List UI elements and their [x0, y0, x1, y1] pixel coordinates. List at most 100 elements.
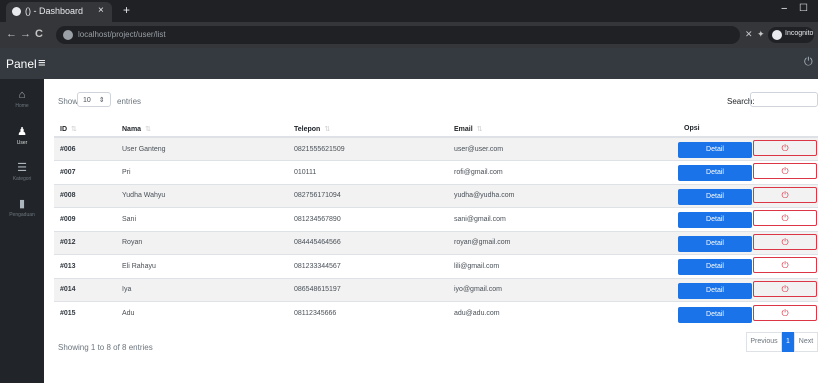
logout-icon[interactable]: ⏻ — [804, 56, 813, 69]
cell-telepon: 081234567890 — [288, 207, 448, 231]
profile-label: Incognito — [785, 30, 814, 37]
cell-email: adu@adu.com — [448, 301, 678, 325]
column-header-id[interactable]: ID ⇅ — [54, 121, 116, 138]
sort-icon: ⇅ — [324, 125, 331, 133]
sidebar-item-kategori[interactable]: ☰ Kategori — [0, 155, 44, 191]
detail-button[interactable]: Detail — [678, 306, 752, 323]
minimize-icon[interactable]: − — [781, 3, 787, 15]
cell-id: #006 — [54, 136, 116, 161]
detail-button[interactable]: Detail — [678, 259, 752, 276]
cell-email: sani@gmail.com — [448, 207, 678, 231]
sidebar-item-label: User — [16, 140, 28, 146]
column-header-opsi[interactable]: Opsi — [678, 121, 818, 138]
sort-icon: ⇅ — [145, 125, 151, 133]
cell-opsi: Detail ⏻ — [678, 160, 818, 184]
cell-id: #014 — [54, 277, 116, 302]
delete-button[interactable]: ⏻ — [753, 186, 817, 203]
browser-tab[interactable]: () - Dashboard × — [6, 2, 112, 22]
delete-button[interactable]: ⏻ — [753, 304, 817, 321]
forward-icon[interactable]: → — [20, 28, 31, 40]
previous-button[interactable]: Previous — [746, 332, 782, 352]
cell-id: #007 — [54, 160, 116, 184]
address-bar[interactable]: localhost/project/user/list — [56, 26, 740, 44]
profile-avatar-icon — [772, 30, 782, 40]
search-input[interactable] — [750, 92, 818, 107]
sidebar-item-pengaduan[interactable]: ▮ Pengaduan — [0, 191, 44, 227]
detail-button[interactable]: Detail — [678, 235, 752, 252]
cell-telepon: 010111 — [288, 160, 448, 184]
cell-email: royan@gmail.com — [448, 230, 678, 255]
cell-opsi: Detail ⏻ — [678, 301, 818, 325]
sidebar: ⌂ Home ♟ User ☰ Kategori ▮ Pengaduan — [0, 79, 44, 383]
cell-nama: Yudha Wahyu — [116, 183, 288, 208]
detail-button[interactable]: Detail — [678, 142, 752, 158]
cell-nama: Eli Rahayu — [116, 254, 288, 278]
detail-button[interactable]: Detail — [678, 212, 752, 229]
column-header-email[interactable]: Email ⇅ — [448, 121, 678, 138]
table-row: #009 Sani 081234567890 sani@gmail.com Detail… — [54, 207, 818, 231]
cell-opsi: Detail ⏻ — [678, 277, 818, 302]
tab-title: () - Dashboard — [25, 6, 84, 16]
delete-button[interactable]: ⏻ — [753, 280, 817, 297]
user-icon: ♟ — [17, 126, 27, 138]
reload-icon[interactable]: C — [35, 28, 43, 40]
cell-email: yudha@yudha.com — [448, 183, 678, 208]
cell-nama: User Ganteng — [116, 136, 288, 161]
brand-title[interactable]: Panel — [6, 57, 37, 71]
delete-button[interactable]: ⏻ — [753, 210, 817, 227]
cell-email: user@user.com — [448, 136, 678, 161]
back-icon[interactable]: ← — [6, 28, 17, 40]
cell-nama: Sani — [116, 207, 288, 231]
page-button[interactable]: 1 — [782, 332, 794, 352]
delete-button[interactable]: ⏻ — [753, 163, 817, 180]
column-header-nama[interactable]: Nama ⇅ — [116, 121, 288, 138]
cell-opsi: Detail ⏻ — [678, 183, 818, 208]
cell-telepon: 081233344567 — [288, 254, 448, 278]
browser-tabbar: () - Dashboard × + − ☐ — [0, 0, 818, 22]
close-tab-icon[interactable]: × — [98, 5, 104, 16]
detail-button[interactable]: Detail — [678, 165, 752, 182]
cell-telepon: 084445464566 — [288, 230, 448, 255]
cell-nama: Iya — [116, 277, 288, 302]
delete-button[interactable]: ⏻ — [753, 140, 817, 156]
table-row: #015 Adu 08112345666 adu@adu.com Detail ⏻ — [54, 301, 818, 325]
next-button[interactable]: Next — [794, 332, 818, 352]
delete-button[interactable]: ⏻ — [753, 233, 817, 250]
cell-opsi: Detail ⏻ — [678, 254, 818, 278]
table-info: Showing 1 to 8 of 8 entries — [58, 343, 153, 352]
sidebar-item-label: Pengaduan — [9, 212, 35, 218]
maximize-icon[interactable]: ☐ — [799, 3, 808, 14]
sidebar-item-home[interactable]: ⌂ Home — [0, 83, 44, 119]
puzzle-icon[interactable]: ✦ — [757, 29, 765, 40]
new-tab-icon[interactable]: + — [123, 3, 130, 17]
table-row: #008 Yudha Wahyu 082756171094 yudha@yudha.c… — [54, 183, 818, 208]
cell-nama: Adu — [116, 301, 288, 325]
cell-opsi: Detail ⏻ — [678, 230, 818, 255]
cell-opsi: Detail ⏻ — [678, 136, 818, 161]
column-header-telepon[interactable]: Telepon ⇅ — [288, 121, 448, 138]
chevron-down-icon: ⇕ — [98, 97, 105, 104]
cell-telepon: 08112345666 — [288, 301, 448, 325]
delete-button[interactable]: ⏻ — [753, 257, 817, 274]
cell-nama: Royan — [116, 230, 288, 255]
site-info-icon[interactable] — [63, 30, 73, 40]
sort-icon: ⇅ — [476, 125, 483, 133]
home-icon: ⌂ — [18, 89, 26, 101]
entries-select[interactable]: 10 ⇕ — [77, 92, 111, 107]
browser-toolbar: ← → C localhost/project/user/list ✕ ✦ In… — [0, 22, 818, 48]
url-text[interactable]: localhost/project/user/list — [78, 30, 166, 39]
sort-icon: ⇅ — [71, 125, 77, 133]
show-label: Show — [58, 97, 79, 106]
entries-label: entries — [117, 97, 142, 106]
table-row: #007 Pri 010111 rofi@gmail.com Detail ⏻ — [54, 160, 818, 184]
cell-id: #009 — [54, 207, 116, 231]
cell-opsi: Detail ⏻ — [678, 207, 818, 231]
profile-button[interactable]: Incognito — [768, 27, 814, 43]
menu-toggle-icon[interactable]: ≡ — [38, 55, 46, 70]
detail-button[interactable]: Detail — [678, 188, 752, 205]
extensions-icon[interactable]: ✕ — [745, 29, 753, 40]
detail-button[interactable]: Detail — [678, 282, 752, 299]
cell-telepon: 086548615197 — [288, 277, 448, 302]
sidebar-item-user[interactable]: ♟ User — [0, 119, 44, 155]
cell-telepon: 082756171094 — [288, 183, 448, 208]
